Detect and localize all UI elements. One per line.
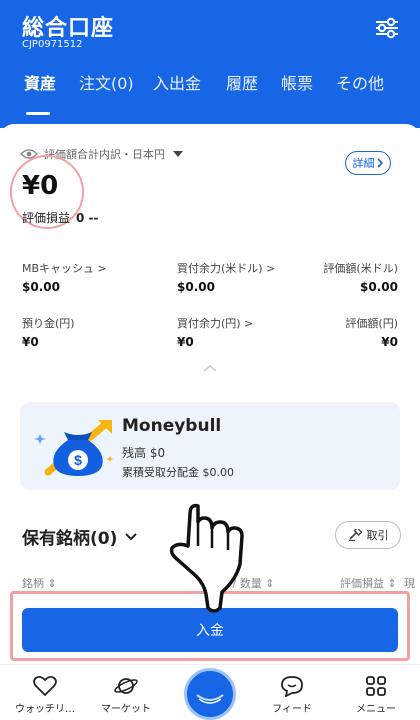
deposit-jpy-cell: 預り金(円) ¥0: [22, 315, 75, 349]
menu-grid-icon: [366, 676, 386, 696]
tab-orders[interactable]: 注文(0): [79, 70, 134, 94]
buying-power-usd-value: $0.00: [177, 280, 215, 294]
account-header: 総合口座 CJP0971512 資産 注文(0) 入出金 履歴 帳票 その他: [0, 0, 420, 128]
chevron-right-icon: [376, 158, 383, 168]
center-orb-icon[interactable]: [184, 668, 236, 720]
account-title: 総合口座: [22, 16, 115, 41]
heart-icon: [33, 675, 57, 697]
detail-button[interactable]: 詳細: [345, 151, 391, 175]
tab-reports[interactable]: 帳票: [281, 70, 313, 94]
buying-power-jpy-cell[interactable]: 買付余力(円) > ¥0: [177, 315, 253, 349]
pl-value: 0 --: [76, 211, 99, 225]
planet-icon: [114, 678, 138, 694]
col-header-symbol[interactable]: 銘柄 ⇕: [22, 575, 57, 591]
tab-others[interactable]: その他: [336, 70, 384, 94]
pointing-hand-icon: [169, 503, 244, 613]
nav-market[interactable]: マーケット: [86, 675, 166, 715]
mb-cash-label: MBキャッシュ >: [22, 262, 107, 275]
buying-power-usd-label: 買付余力(米ドル) >: [177, 262, 276, 275]
holdings-title: 保有銘柄(0): [22, 529, 118, 549]
detail-button-label: 詳細: [352, 157, 375, 170]
trade-button-label: 取引: [366, 529, 389, 542]
mb-cash-value: $0.00: [22, 280, 60, 294]
nav-feed-label: フィード: [272, 704, 312, 715]
nav-watchlist-label: ウォッチリ…: [15, 704, 75, 715]
eval-jpy-value: ¥0: [381, 335, 398, 349]
nav-watchlist[interactable]: ウォッチリ…: [5, 675, 85, 715]
buying-power-usd-cell[interactable]: 買付余力(米ドル) > $0.00: [177, 260, 275, 294]
eval-usd-value: $0.00: [360, 280, 398, 294]
tab-deposit-withdraw[interactable]: 入出金: [153, 70, 201, 94]
tab-assets[interactable]: 資産: [24, 70, 56, 94]
chevron-down-icon: [125, 532, 138, 540]
tab-bar: 資産 注文(0) 入出金 履歴 帳票 その他: [0, 70, 420, 100]
chat-bubble-icon: [281, 676, 303, 697]
gavel-icon: [348, 529, 362, 541]
buying-power-jpy-value: ¥0: [177, 335, 194, 349]
moneybull-cumulative: 累積受取分配金 $0.00: [122, 466, 234, 479]
account-id: CJP0971512: [22, 39, 83, 50]
nav-menu-label: メニュー: [356, 704, 396, 715]
holdings-toggle[interactable]: 保有銘柄(0): [22, 524, 138, 549]
pl-row: 評価損益 0 --: [22, 209, 99, 226]
caret-down-icon: [173, 151, 183, 157]
tab-history[interactable]: 履歴: [226, 70, 258, 94]
money-bag-icon: $: [34, 420, 113, 476]
moneybull-card[interactable]: $ Moneybull 残高 $0 累積受取分配金 $0.00: [20, 402, 400, 490]
deposit-jpy-label: 預り金(円): [22, 317, 75, 330]
eval-usd-cell: 評価額(米ドル) $0.00: [323, 260, 398, 294]
eval-jpy-label: 評価額(円): [345, 317, 398, 330]
col-header-current[interactable]: 現: [404, 575, 415, 591]
active-tab-indicator: [26, 112, 50, 115]
svg-text:$: $: [74, 452, 82, 468]
col-header-pl[interactable]: 評価損益 ⇕: [340, 575, 397, 591]
pl-label: 評価損益: [22, 211, 71, 225]
chevron-up-icon[interactable]: [203, 364, 217, 372]
nav-market-label: マーケット: [101, 704, 151, 715]
deposit-jpy-value: ¥0: [22, 335, 39, 349]
orb-wave-icon: [196, 694, 224, 704]
filter-sliders-icon[interactable]: [374, 16, 400, 40]
buying-power-jpy-label: 買付余力(円) >: [177, 317, 254, 330]
mb-cash-cell[interactable]: MBキャッシュ > $0.00: [22, 260, 107, 294]
moneybull-title: Moneybull: [122, 416, 222, 436]
eval-usd-label: 評価額(米ドル): [323, 262, 398, 275]
moneybull-balance: 残高 $0: [122, 446, 166, 460]
nav-feed[interactable]: フィード: [252, 675, 332, 715]
eval-jpy-cell: 評価額(円) ¥0: [345, 315, 398, 349]
total-eval-value: ¥0: [22, 171, 59, 201]
nav-menu[interactable]: メニュー: [336, 675, 416, 715]
trade-button[interactable]: 取引: [335, 521, 401, 549]
